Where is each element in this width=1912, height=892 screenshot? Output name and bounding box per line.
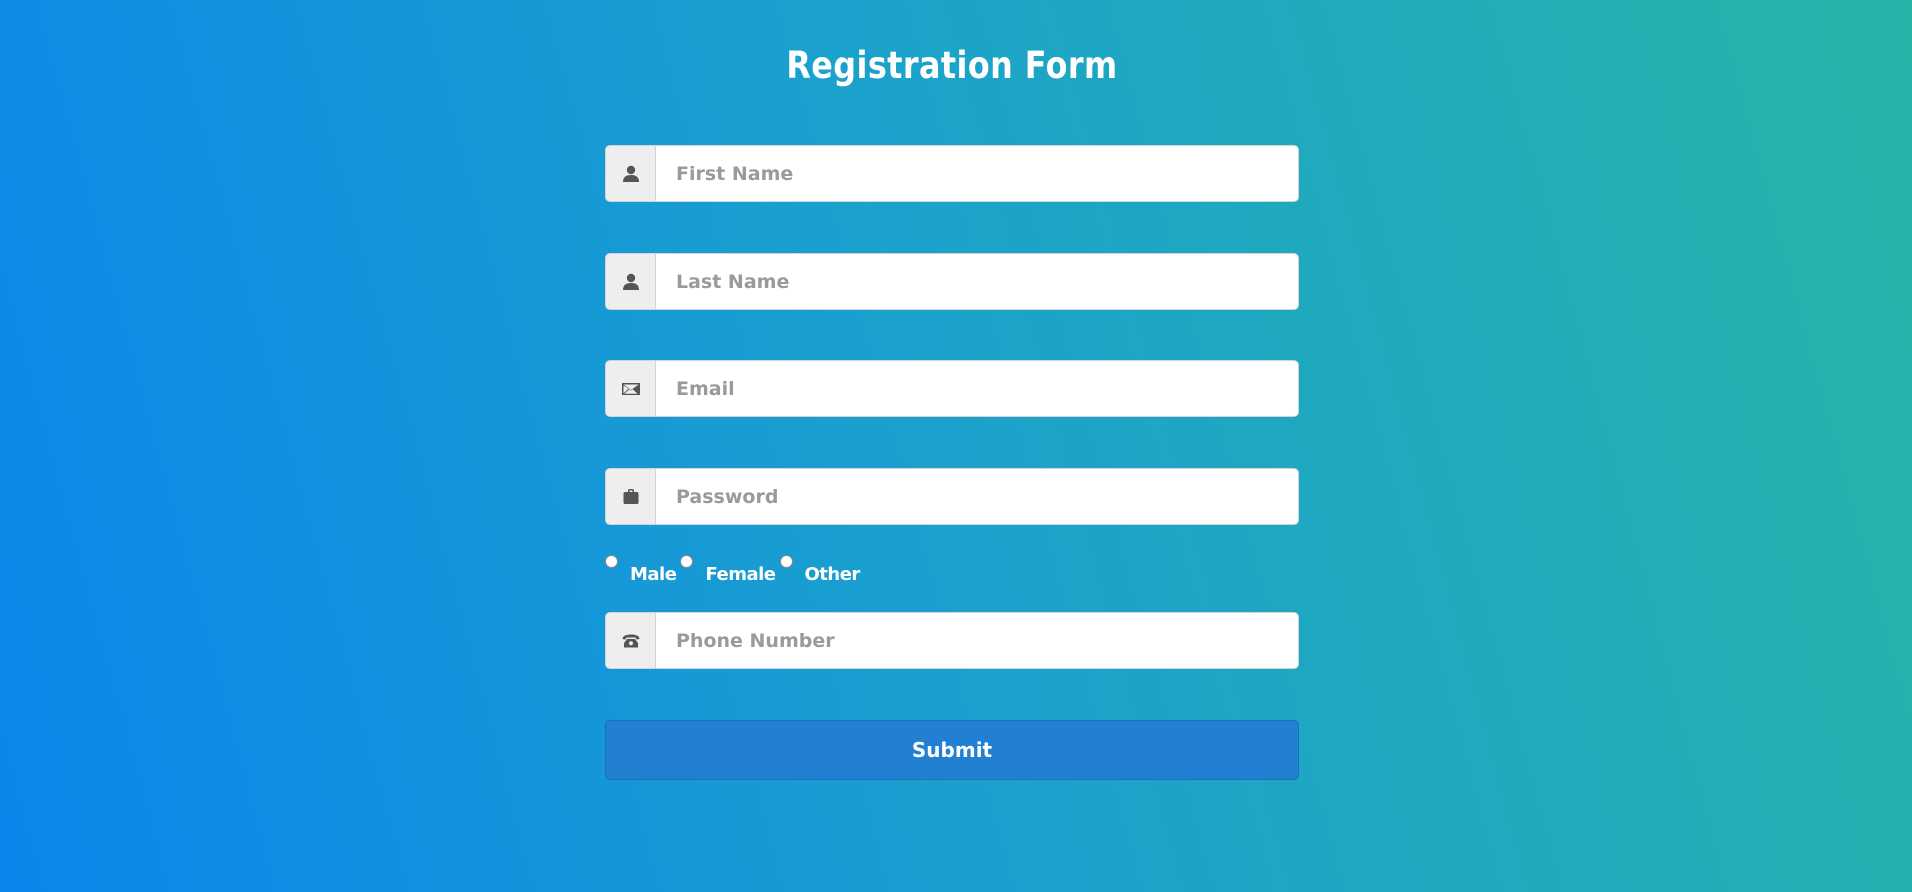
other-label: Other <box>804 564 861 585</box>
gender-option-male[interactable]: Male <box>605 554 680 585</box>
lock-icon <box>606 469 656 524</box>
female-label: Female <box>705 564 776 585</box>
other-radio[interactable] <box>779 555 793 568</box>
envelope-icon <box>606 361 656 416</box>
first-name-input[interactable] <box>656 146 1298 201</box>
phone-input[interactable] <box>656 613 1298 668</box>
first-name-field-group <box>605 145 1299 202</box>
gender-option-other[interactable]: Other <box>779 554 864 585</box>
last-name-field-group <box>605 253 1299 310</box>
submit-button[interactable]: Submit <box>605 720 1299 780</box>
page-title: Registration Form <box>786 44 1118 87</box>
password-field-group <box>605 468 1299 525</box>
male-radio[interactable] <box>605 555 618 568</box>
gender-radio-group: Male Female Other <box>605 554 864 588</box>
female-radio[interactable] <box>680 555 694 568</box>
user-icon <box>606 254 656 309</box>
password-input[interactable] <box>656 469 1298 524</box>
last-name-input[interactable] <box>656 254 1298 309</box>
user-icon <box>606 146 656 201</box>
phone-field-group <box>605 612 1299 669</box>
email-input[interactable] <box>656 361 1298 416</box>
gender-option-female[interactable]: Female <box>680 554 779 585</box>
email-field-group <box>605 360 1299 417</box>
male-label: Male <box>630 564 677 585</box>
phone-icon <box>606 613 656 668</box>
